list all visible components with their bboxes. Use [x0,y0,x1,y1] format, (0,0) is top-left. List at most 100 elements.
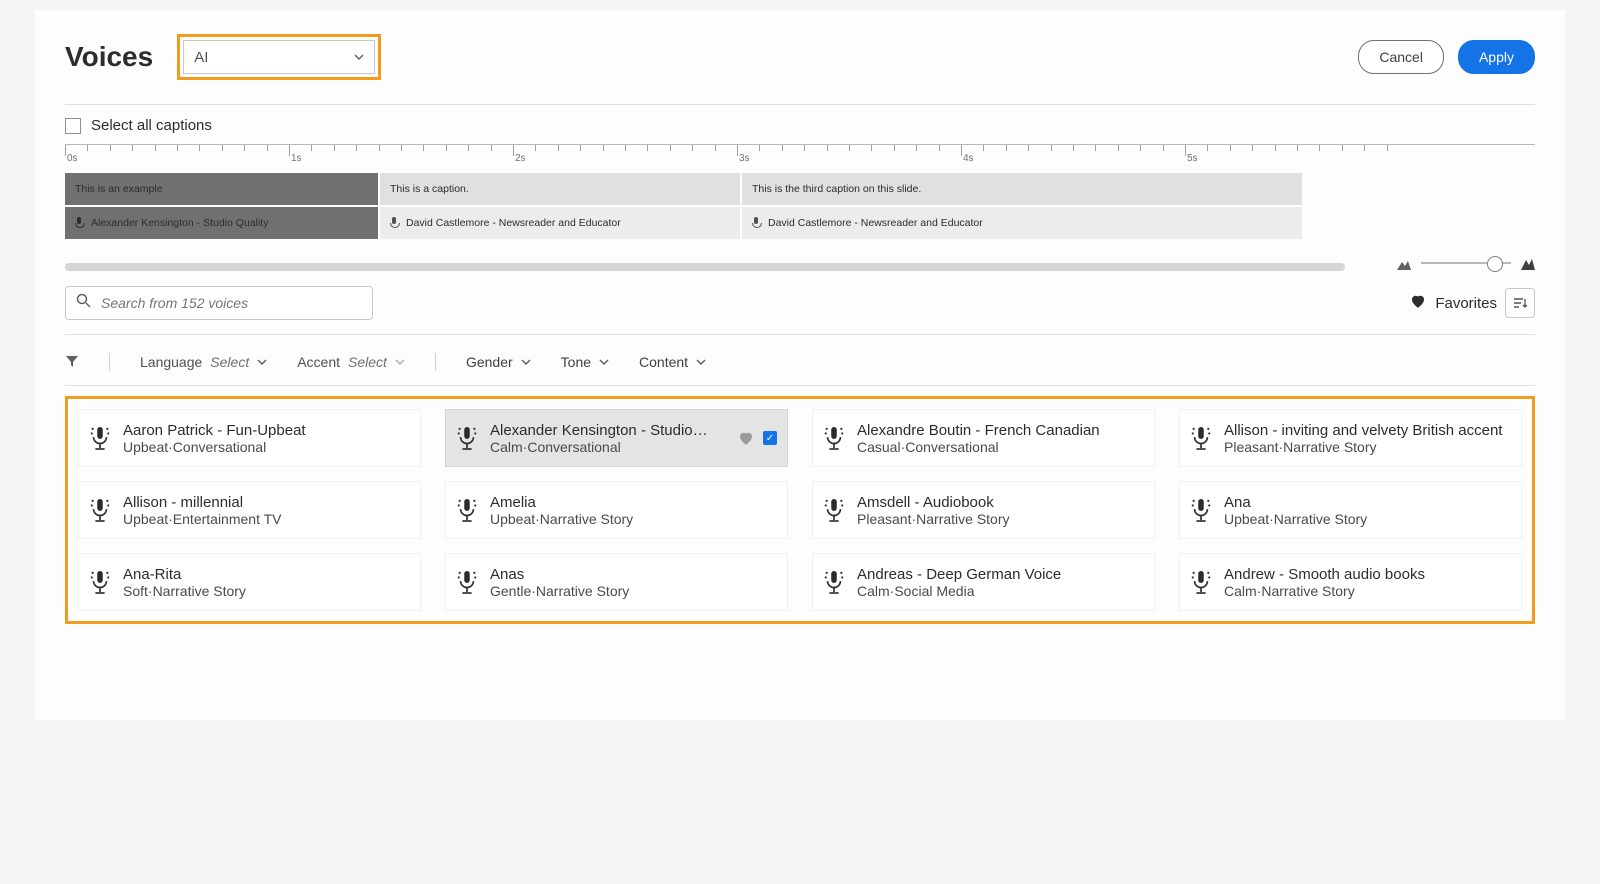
voice-card[interactable]: AnaUpbeat·Narrative Story [1179,481,1522,539]
checked-icon[interactable]: ✓ [763,431,777,445]
voice-card[interactable]: Ana-RitaSoft·Narrative Story [78,553,421,611]
select-all-captions[interactable]: Select all captions [65,117,1535,134]
voice-assignment-track: Alexander Kensington - Studio Quality Da… [65,207,1535,239]
search-field[interactable] [99,294,362,312]
zoom-slider[interactable] [1421,262,1511,264]
sort-button[interactable] [1505,288,1535,318]
voice-tags: Soft·Narrative Story [123,583,410,599]
search-row: Favorites [65,286,1535,320]
voice-card[interactable]: Alexandre Boutin - French CanadianCasual… [812,409,1155,467]
voice-source-highlight: AI [177,34,381,80]
ruler-mark: 1s [291,153,302,164]
voice-tags: Casual·Conversational [857,439,1144,455]
accent-filter[interactable]: Accent Select [297,354,405,370]
chevron-down-icon [696,357,706,367]
voices-panel: Voices AI Cancel Apply [35,10,1565,720]
favorite-icon[interactable] [737,429,755,447]
search-icon [76,293,91,313]
ruler-mark: 4s [963,153,974,164]
voice-name: Andrew - Smooth audio books [1224,566,1511,583]
mic-icon [89,425,111,451]
mic-icon [456,569,478,595]
mic-icon [456,425,478,451]
timeline-scrollbar[interactable] [65,263,1345,271]
mic-icon [75,217,83,229]
mic-icon [752,217,760,229]
voice-card[interactable]: Amsdell - AudiobookPleasant·Narrative St… [812,481,1155,539]
voice-card[interactable]: Alexander Kensington - Studio…Calm·Conve… [445,409,788,467]
voice-card[interactable]: Allison - inviting and velvety British a… [1179,409,1522,467]
content-filter[interactable]: Content [639,354,706,370]
caption-block[interactable]: This is an example [65,173,378,205]
voice-name: Andreas - Deep German Voice [857,566,1144,583]
divider [65,385,1535,386]
favorites-icon[interactable] [1409,292,1427,314]
mic-icon [1190,425,1212,451]
filters-bar: Language Select Accent Select Gender Ton… [65,335,1535,381]
voice-card[interactable]: AmeliaUpbeat·Narrative Story [445,481,788,539]
search-input[interactable] [65,286,373,320]
voice-tags: Pleasant·Narrative Story [857,511,1144,527]
timeline-zoom [1397,257,1535,269]
mic-icon [823,425,845,451]
voice-tags: Upbeat·Narrative Story [490,511,777,527]
voice-card[interactable]: AnasGentle·Narrative Story [445,553,788,611]
voice-name: Aaron Patrick - Fun-Upbeat [123,422,410,439]
divider [65,104,1535,105]
timeline: 0s 1s 2s 3s 4s 5s This is an example This is … [65,144,1535,282]
ruler-mark: 0s [67,153,78,164]
apply-button[interactable]: Apply [1458,40,1535,74]
voice-tags: Gentle·Narrative Story [490,583,777,599]
chevron-down-icon [354,52,364,62]
language-filter[interactable]: Language Select [140,354,267,370]
cancel-button[interactable]: Cancel [1358,40,1444,74]
mic-icon [823,569,845,595]
mic-icon [1190,497,1212,523]
voice-name: Ana-Rita [123,566,410,583]
voice-name: Allison - millennial [123,494,410,511]
caption-block[interactable]: This is the third caption on this slide. [742,173,1302,205]
mic-icon [89,569,111,595]
zoom-in-icon[interactable] [1521,257,1535,269]
voice-name: Amelia [490,494,777,511]
voice-card[interactable]: Aaron Patrick - Fun-UpbeatUpbeat·Convers… [78,409,421,467]
filter-icon[interactable] [65,354,79,371]
voice-tags: Pleasant·Narrative Story [1224,439,1511,455]
voice-source-value: AI [194,49,208,66]
voice-tags: Upbeat·Narrative Story [1224,511,1511,527]
ruler-mark: 3s [739,153,750,164]
favorites-label[interactable]: Favorites [1435,295,1497,312]
voice-tags: Calm·Social Media [857,583,1144,599]
voice-source-dropdown[interactable]: AI [183,40,375,74]
voice-card[interactable]: Andrew - Smooth audio booksCalm·Narrativ… [1179,553,1522,611]
voice-name: Allison - inviting and velvety British a… [1224,422,1511,439]
assigned-voice-block[interactable]: David Castlemore - Newsreader and Educat… [742,207,1302,239]
page-title: Voices [65,41,153,73]
checkbox-icon[interactable] [65,118,81,134]
mic-icon [1190,569,1212,595]
tone-filter[interactable]: Tone [561,354,609,370]
voice-name: Alexander Kensington - Studio… [490,422,725,439]
voice-tags: Calm·Conversational [490,439,725,455]
voice-card[interactable]: Andreas - Deep German VoiceCalm·Social M… [812,553,1155,611]
captions-track: This is an example This is a caption. Th… [65,173,1535,205]
zoom-out-icon[interactable] [1397,257,1411,269]
assigned-voice-block[interactable]: Alexander Kensington - Studio Quality [65,207,378,239]
voices-grid-highlight: Aaron Patrick - Fun-UpbeatUpbeat·Convers… [65,396,1535,624]
ruler-mark: 2s [515,153,526,164]
ruler-mark: 5s [1187,153,1198,164]
timeline-ruler[interactable]: 0s 1s 2s 3s 4s 5s [65,144,1535,171]
assigned-voice-block[interactable]: David Castlemore - Newsreader and Educat… [380,207,740,239]
mic-icon [390,217,398,229]
chevron-down-icon [599,357,609,367]
voice-card[interactable]: Allison - millennialUpbeat·Entertainment… [78,481,421,539]
voice-tags: Upbeat·Entertainment TV [123,511,410,527]
voice-name: Amsdell - Audiobook [857,494,1144,511]
caption-block[interactable]: This is a caption. [380,173,740,205]
voice-name: Anas [490,566,777,583]
chevron-down-icon [395,357,405,367]
voice-name: Ana [1224,494,1511,511]
gender-filter[interactable]: Gender [466,354,531,370]
mic-icon [456,497,478,523]
app-window: Voices AI Cancel Apply [0,0,1600,884]
